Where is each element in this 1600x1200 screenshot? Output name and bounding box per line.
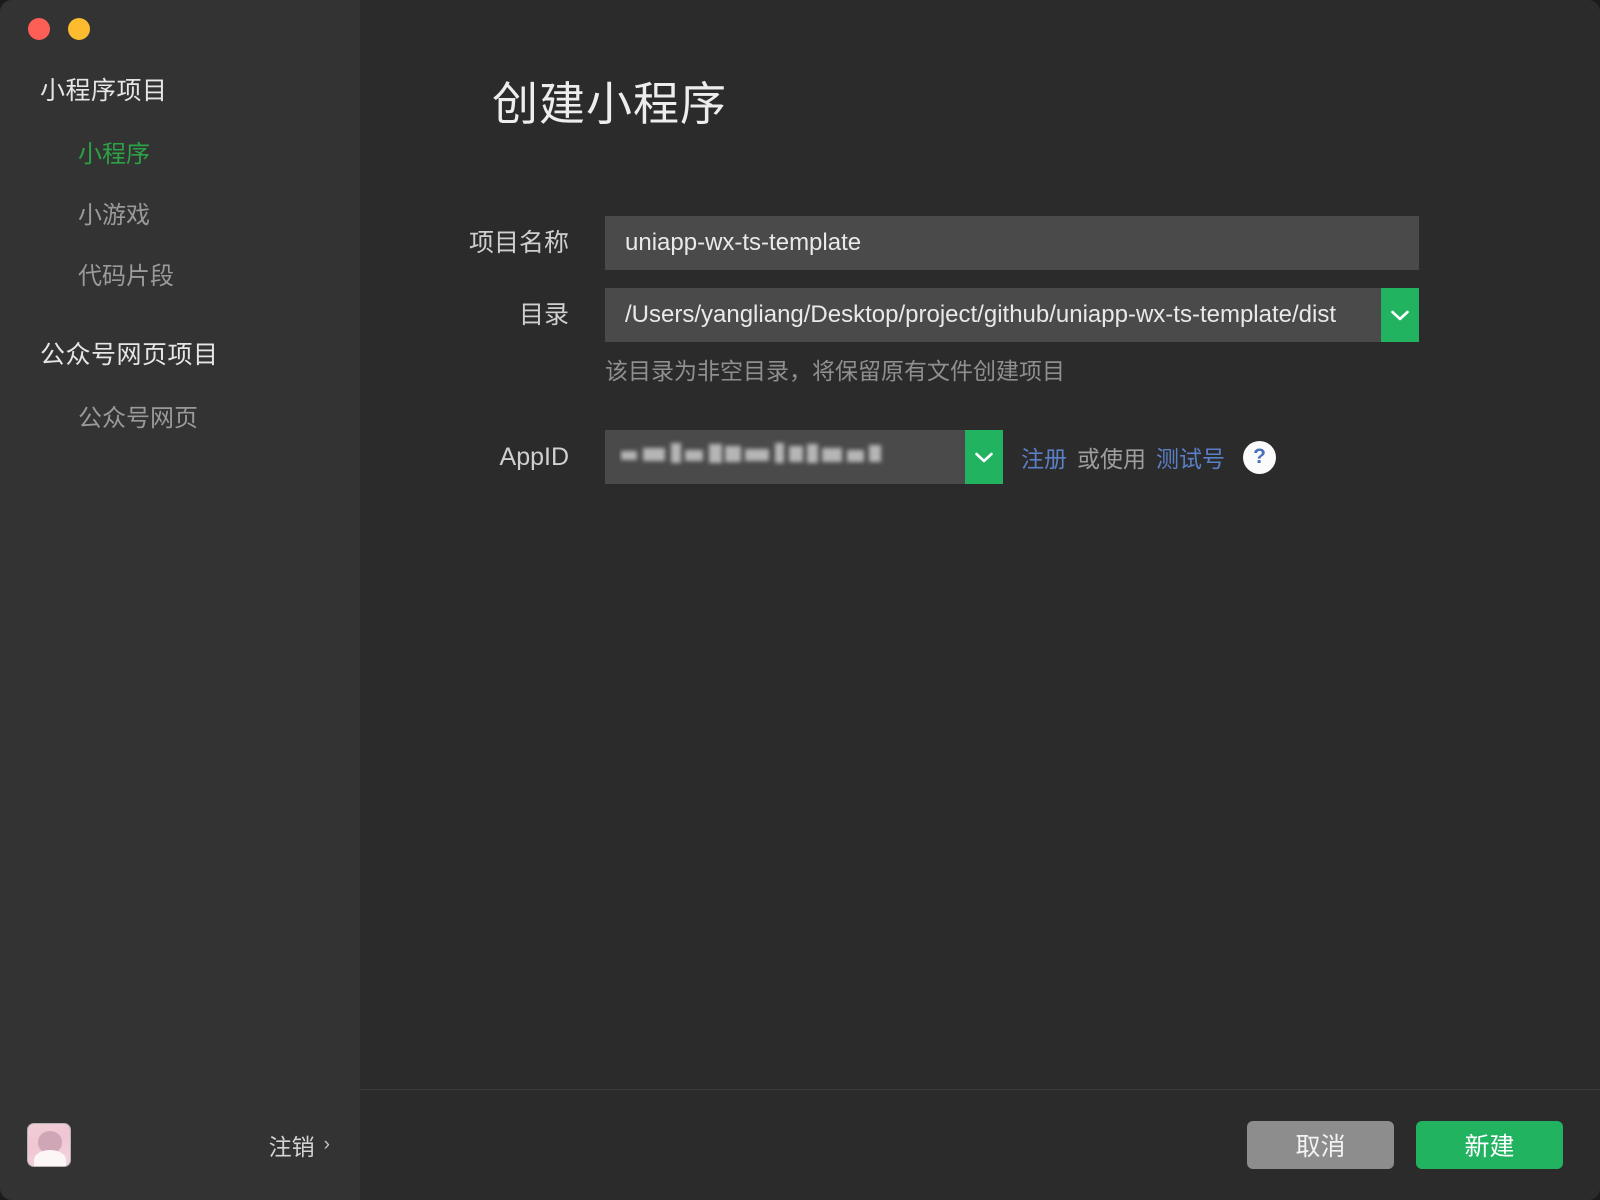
or-use-text: 或使用 bbox=[1077, 446, 1146, 472]
help-icon[interactable]: ? bbox=[1243, 440, 1276, 474]
main-content: 创建小程序 项目名称 目录 /Users/yangliang/Desktop/p… bbox=[360, 0, 1600, 1200]
directory-dropdown-button[interactable] bbox=[1381, 288, 1419, 342]
form-row-project-name: 项目名称 bbox=[360, 216, 1600, 270]
sidebar-item-minigame[interactable]: 小游戏 bbox=[0, 199, 360, 233]
appid-input[interactable] bbox=[605, 430, 965, 484]
directory-hint: 该目录为非空目录，将保留原有文件创建项目 bbox=[605, 358, 1065, 384]
sidebar: 小程序项目 小程序 小游戏 代码片段 公众号网页项目 公众号网页 注销 › bbox=[0, 0, 360, 1200]
directory-input[interactable]: /Users/yangliang/Desktop/project/github/… bbox=[605, 288, 1381, 342]
chevron-down-icon bbox=[975, 452, 993, 462]
register-link[interactable]: 注册 bbox=[1021, 440, 1067, 474]
page-title: 创建小程序 bbox=[492, 78, 727, 130]
chevron-right-icon: › bbox=[323, 1133, 330, 1155]
sidebar-group-title-official-account: 公众号网页项目 bbox=[40, 341, 219, 369]
window-traffic-lights bbox=[28, 18, 90, 40]
sidebar-item-miniprogram[interactable]: 小程序 bbox=[0, 138, 360, 172]
test-account-link[interactable]: 测试号 bbox=[1156, 440, 1225, 474]
cancel-button[interactable]: 取消 bbox=[1247, 1121, 1394, 1169]
create-button[interactable]: 新建 bbox=[1416, 1121, 1563, 1169]
appid-helper-links: 注册 或使用 测试号 ? bbox=[1021, 430, 1276, 484]
appid-combobox[interactable] bbox=[605, 430, 1003, 484]
avatar[interactable] bbox=[27, 1123, 71, 1167]
sidebar-nav: 小程序项目 小程序 小游戏 代码片段 公众号网页项目 公众号网页 bbox=[0, 74, 360, 463]
app-window: 小程序项目 小程序 小游戏 代码片段 公众号网页项目 公众号网页 注销 › 创建… bbox=[0, 0, 1600, 1200]
sidebar-footer: 注销 › bbox=[0, 1090, 360, 1200]
project-name-input[interactable] bbox=[605, 216, 1419, 270]
appid-dropdown-button[interactable] bbox=[965, 430, 1003, 484]
directory-combobox[interactable]: /Users/yangliang/Desktop/project/github/… bbox=[605, 288, 1419, 342]
appid-redacted-value bbox=[619, 439, 889, 473]
sidebar-item-official-account-page[interactable]: 公众号网页 bbox=[0, 402, 360, 436]
form-row-directory: 目录 /Users/yangliang/Desktop/project/gith… bbox=[360, 288, 1600, 386]
project-name-label: 项目名称 bbox=[468, 229, 569, 257]
logout-label: 注销 bbox=[268, 1134, 315, 1160]
close-window-button[interactable] bbox=[28, 18, 50, 40]
appid-label: AppID bbox=[499, 443, 569, 471]
logout-button[interactable]: 注销 › bbox=[269, 1128, 330, 1162]
minimize-window-button[interactable] bbox=[68, 18, 90, 40]
directory-label: 目录 bbox=[518, 301, 569, 329]
form-row-appid: AppID 注册 或使用 测试号 ? bbox=[360, 430, 1600, 484]
create-miniprogram-form: 项目名称 目录 /Users/yangliang/Desktop/project… bbox=[360, 216, 1600, 484]
main-footer: 取消 新建 bbox=[360, 1090, 1600, 1200]
chevron-down-icon bbox=[1391, 310, 1409, 320]
sidebar-group-title-miniprogram: 小程序项目 bbox=[40, 77, 168, 105]
sidebar-item-code-snippet[interactable]: 代码片段 bbox=[0, 260, 360, 294]
